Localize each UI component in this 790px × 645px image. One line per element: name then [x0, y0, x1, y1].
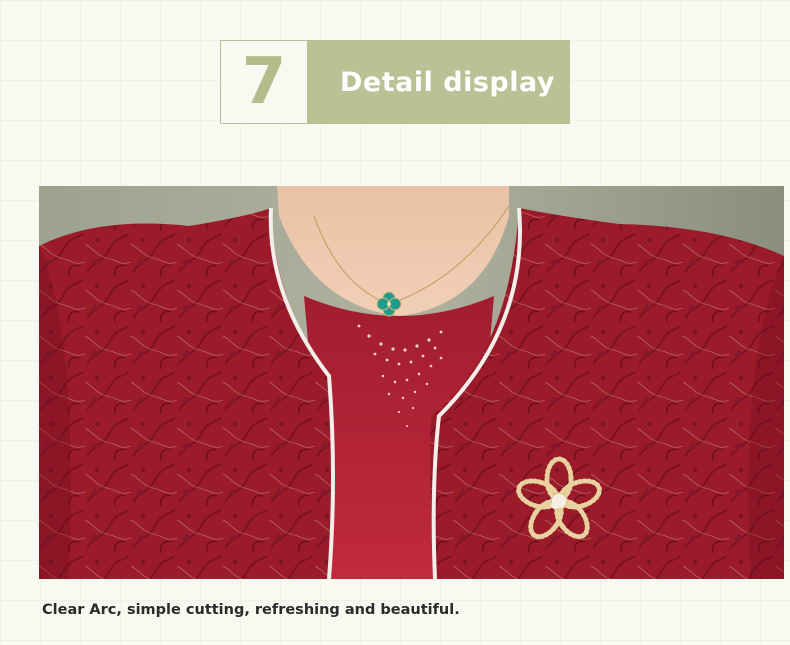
section-title: Detail display: [308, 40, 570, 124]
product-photo: [39, 186, 784, 579]
section-header: 7 Detail display: [220, 40, 570, 124]
caption: Clear Arc, simple cutting, refreshing an…: [42, 602, 460, 618]
jacket-illustration: [39, 186, 784, 579]
section-number: 7: [220, 40, 308, 124]
